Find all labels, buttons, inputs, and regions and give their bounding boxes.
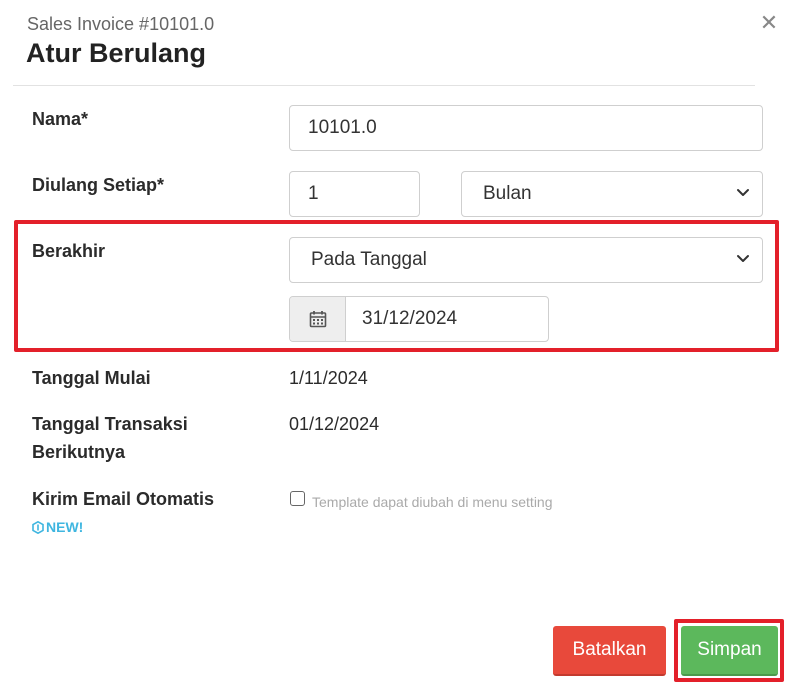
tanggal-mulai-label: Tanggal Mulai [32,368,151,388]
kirim-email-label: Kirim Email Otomatis [32,489,215,509]
tanggal-transaksi-label-line1: Tanggal Transaksi [32,414,188,434]
nama-input[interactable]: 10101.0 [289,105,763,151]
cancel-button[interactable]: Batalkan [553,626,666,676]
dialog-subtitle: Sales Invoice #10101.0 [27,14,215,34]
diulang-count-input[interactable]: 1 [289,171,420,217]
nama-input-value: 10101.0 [308,117,377,138]
dialog-title: Atur Berulang [26,38,207,68]
diulang-unit-value: Bulan [483,183,532,204]
new-badge: NEW! [32,519,83,535]
tanggal-transaksi-value: 01/12/2024 [289,414,380,434]
new-badge-icon [32,520,44,534]
dialog-header: Sales Invoice #10101.0 Atur Berulang ✕ [0,0,794,86]
new-badge-label: NEW! [46,519,84,535]
tanggal-transaksi-label-line2: Berikutnya [32,442,126,462]
diulang-count-value: 1 [308,183,319,204]
save-button[interactable]: Simpan [681,626,778,676]
berakhir-highlight-box [14,220,779,352]
diulang-unit-select[interactable]: Bulan [461,171,763,217]
close-icon[interactable]: ✕ [758,12,780,34]
kirim-email-hint: Template dapat diubah di menu setting [312,494,553,510]
kirim-email-checkbox[interactable] [290,491,305,506]
tanggal-mulai-value: 1/11/2024 [289,368,368,388]
nama-label: Nama* [32,109,89,129]
chevron-down-icon [737,189,749,196]
diulang-label: Diulang Setiap* [32,175,165,195]
header-divider [13,85,755,86]
